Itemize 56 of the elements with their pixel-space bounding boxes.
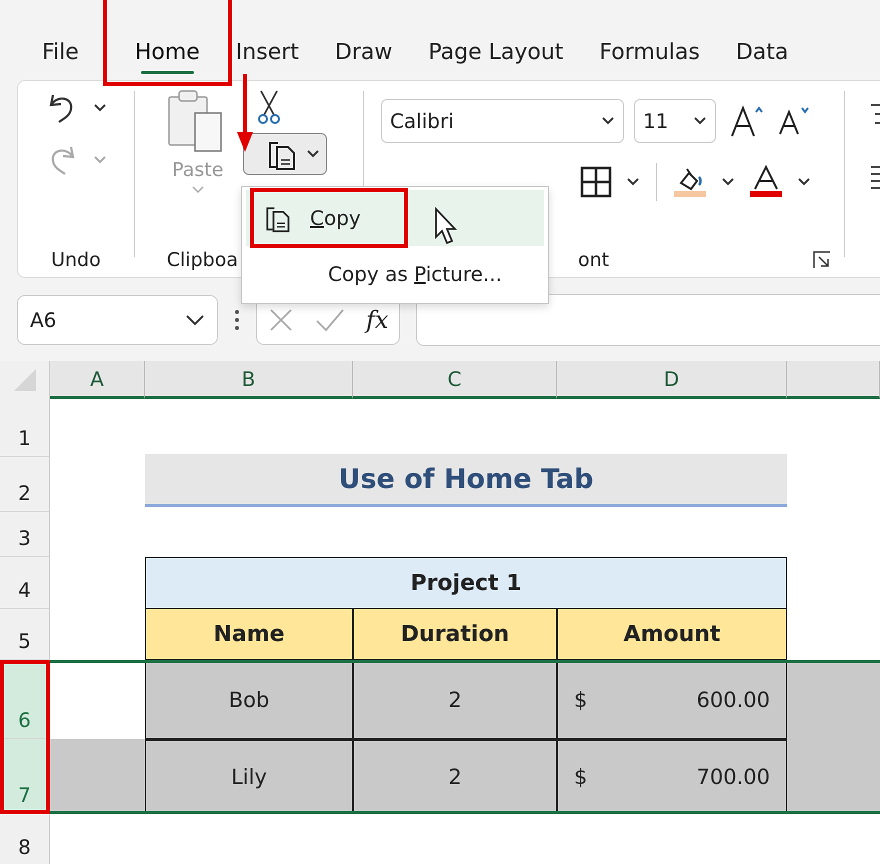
- row-header[interactable]: 1: [0, 399, 50, 457]
- caret-icon: [306, 149, 320, 159]
- group-label: Clipboa: [166, 249, 239, 271]
- table-header: Amount: [557, 609, 787, 660]
- ribbon-tab[interactable]: File: [24, 26, 97, 74]
- table-cell: Bob: [145, 660, 353, 739]
- group-label: ont: [578, 249, 610, 271]
- column-header[interactable]: B: [145, 361, 353, 399]
- row-header[interactable]: 2: [0, 457, 50, 512]
- menu-item[interactable]: Copy as Picture...: [246, 246, 544, 302]
- more-icon[interactable]: [234, 308, 240, 330]
- table-caption: Project 1: [145, 557, 787, 609]
- table-cell: $ 700.00: [557, 739, 787, 814]
- menu-item[interactable]: Copy: [246, 190, 544, 246]
- chevron-icon[interactable]: [185, 314, 205, 326]
- font-name-field[interactable]: Calibri: [380, 99, 624, 143]
- table-cell: $ 600.00: [557, 660, 787, 739]
- table-cell: 2: [353, 660, 557, 739]
- arrow-icon: [236, 74, 253, 152]
- caret-icon[interactable]: [720, 177, 735, 187]
- row-header[interactable]: 8: [0, 814, 50, 864]
- formula-input[interactable]: [416, 294, 880, 346]
- row-header[interactable]: 5: [0, 609, 50, 660]
- caret-icon[interactable]: [92, 103, 107, 113]
- group-label: Undo: [51, 249, 101, 271]
- column-header[interactable]: [787, 361, 880, 399]
- caret-icon[interactable]: [796, 177, 811, 187]
- caret-icon[interactable]: [692, 116, 707, 126]
- ribbon-tab[interactable]: Formulas: [581, 26, 718, 74]
- check-icon[interactable]: [314, 306, 345, 332]
- borders-icon[interactable]: [580, 166, 612, 198]
- column-header[interactable]: C: [353, 361, 557, 399]
- column-header[interactable]: A: [50, 361, 145, 399]
- dialog-launcher-icon[interactable]: [812, 250, 832, 270]
- row-header[interactable]: 3: [0, 512, 50, 557]
- sheet-title: Use of Home Tab: [145, 454, 787, 507]
- column-header[interactable]: D: [557, 361, 787, 399]
- caret-icon[interactable]: [626, 177, 640, 187]
- table-header: Name: [145, 609, 353, 660]
- scissors-icon[interactable]: [256, 89, 281, 125]
- name-box[interactable]: A6: [17, 294, 218, 344]
- insert-function-button[interactable]: fx: [366, 306, 388, 334]
- copy-button[interactable]: [242, 133, 327, 175]
- table-header: Duration: [353, 609, 557, 660]
- table-cell: 2: [353, 739, 557, 814]
- font-size-field[interactable]: 11: [634, 99, 716, 143]
- row-header[interactable]: 4: [0, 557, 50, 609]
- font-color-icon[interactable]: [748, 165, 783, 199]
- table-cell: Lily: [145, 739, 353, 814]
- ribbon-tab[interactable]: Data: [718, 26, 806, 74]
- ribbon-tab[interactable]: Insert: [218, 26, 317, 74]
- ribbon-tab[interactable]: Home: [116, 26, 218, 74]
- caret-icon[interactable]: [600, 116, 615, 126]
- ribbon-tab[interactable]: Draw: [316, 26, 410, 74]
- ribbon-tab[interactable]: Page Layout: [410, 26, 582, 74]
- caret-icon: [190, 185, 205, 195]
